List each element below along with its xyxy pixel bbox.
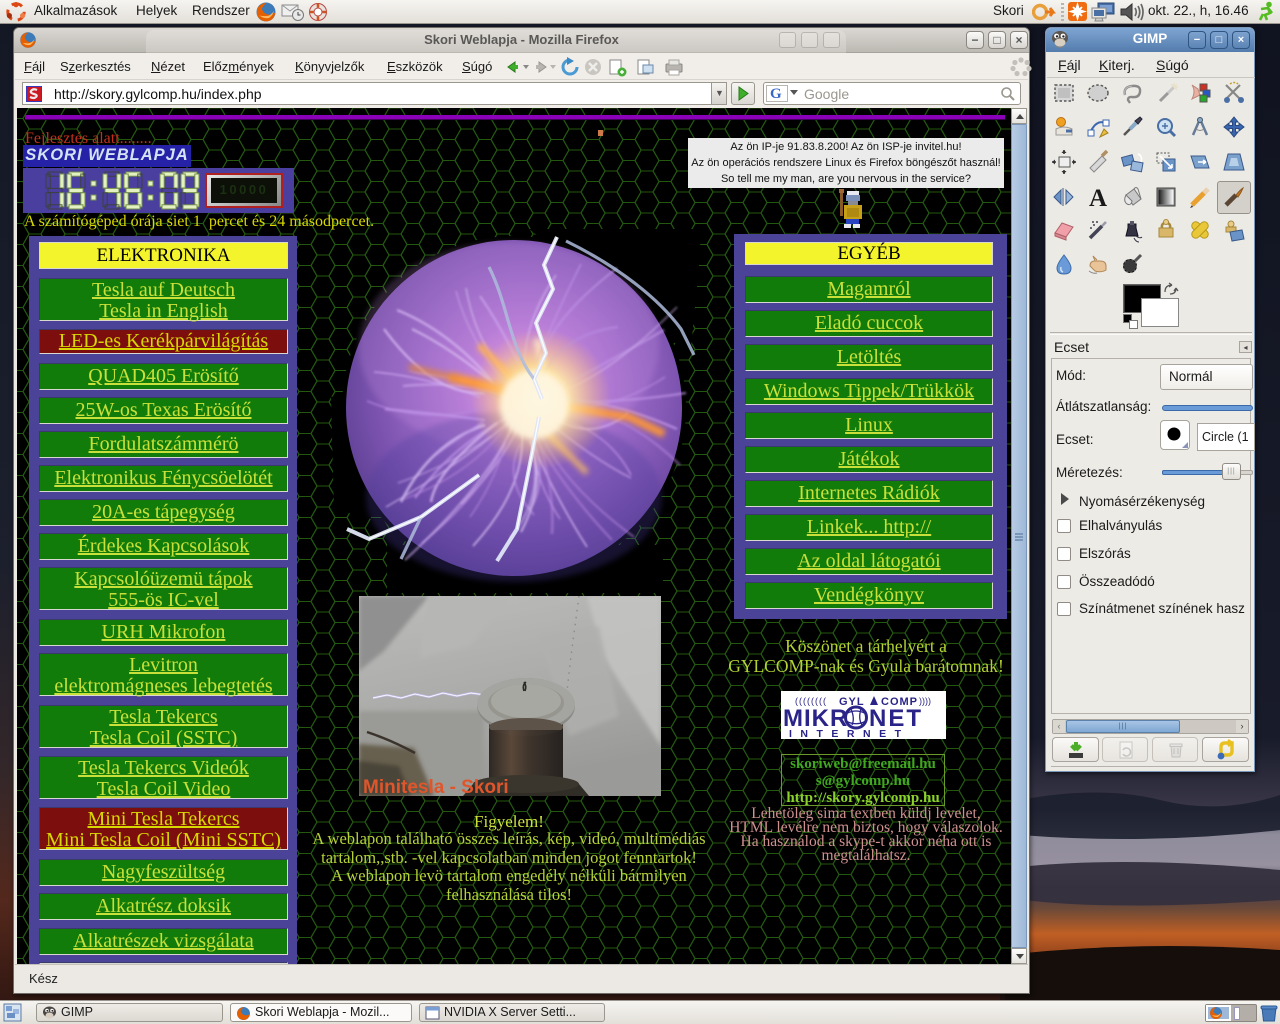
svg-text:INTERNET: INTERNET: [789, 728, 910, 739]
svg-text:A: A: [1089, 185, 1107, 212]
